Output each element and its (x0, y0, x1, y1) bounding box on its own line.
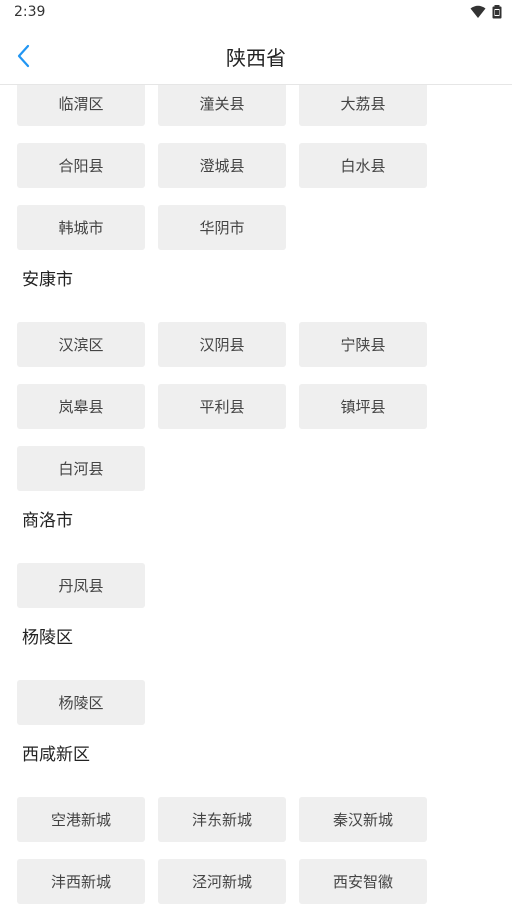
district-chip[interactable]: 白河县 (17, 446, 145, 491)
district-chip[interactable]: 泾河新城 (158, 859, 286, 904)
district-chip[interactable]: 沣西新城 (17, 859, 145, 904)
district-chip[interactable]: 合阳县 (17, 143, 145, 188)
district-chip[interactable]: 镇坪县 (299, 384, 427, 429)
battery-icon (492, 5, 502, 19)
district-chip[interactable]: 岚皋县 (17, 384, 145, 429)
status-icons (470, 5, 502, 19)
district-chip[interactable]: 韩城市 (17, 205, 145, 250)
district-chip[interactable]: 平利县 (158, 384, 286, 429)
district-chip[interactable]: 白水县 (299, 143, 427, 188)
district-chip[interactable]: 杨陵区 (17, 680, 145, 725)
status-time: 2:39 (14, 4, 46, 20)
district-chip[interactable]: 汉滨区 (17, 322, 145, 367)
city-heading: 西咸新区 (22, 745, 90, 765)
district-chip[interactable]: 大荔县 (299, 85, 427, 126)
district-chip[interactable]: 潼关县 (158, 85, 286, 126)
district-chip[interactable]: 空港新城 (17, 797, 145, 842)
district-chip[interactable]: 华阴市 (158, 205, 286, 250)
district-chip[interactable]: 汉阴县 (158, 322, 286, 367)
city-heading: 商洛市 (22, 511, 73, 531)
city-list[interactable]: 临渭区 潼关县 大荔县合阳县 澄城县 白水县韩城市 华阴市安康市汉滨区 汉阴县 宁陕县岚皋县平… (0, 85, 512, 908)
district-chip[interactable]: 沣东新城 (158, 797, 286, 842)
district-chip[interactable]: 澄城县 (158, 143, 286, 188)
district-chip[interactable]: 丹凤县 (17, 563, 145, 608)
page-title: 陕西省 (226, 46, 286, 70)
district-chip[interactable]: 宁陕县 (299, 322, 427, 367)
district-chip[interactable]: 西安智徽 (299, 859, 427, 904)
district-chip[interactable]: 秦汉新城 (299, 797, 427, 842)
wifi-icon (470, 5, 486, 18)
status-bar: 2:39 (0, 0, 512, 28)
district-chip[interactable]: 临渭区 (17, 85, 145, 126)
city-heading: 安康市 (22, 270, 73, 290)
app-bar: 陕西省 (0, 28, 512, 85)
city-heading: 杨陵区 (22, 628, 73, 648)
